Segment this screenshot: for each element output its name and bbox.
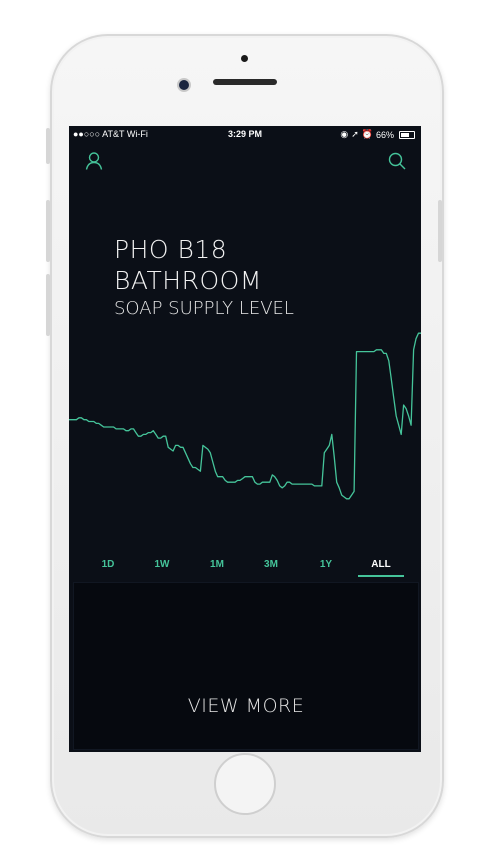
volume-up-button xyxy=(46,200,50,262)
alarm-icon: ⏰ xyxy=(361,129,373,139)
tab-1y[interactable]: 1Y xyxy=(306,559,346,570)
battery-percent: 66% xyxy=(375,129,394,140)
app-screen: ●●○○○ AT&T Wi-Fi 3:29 PM ◉ ➚ ⏰ 66% PHO B… xyxy=(69,126,421,752)
title-block: PHO B18 BATHROOM SOAP SUPPLY LEVEL xyxy=(114,234,294,320)
battery-icon xyxy=(399,130,415,139)
search-icon[interactable] xyxy=(386,150,408,172)
tab-1d[interactable]: 1D xyxy=(88,559,128,570)
time-range-tabs: 1D 1W 1M 3M 1Y ALL xyxy=(69,553,421,581)
volume-down-button xyxy=(46,274,50,336)
status-right: ◉ ➚ ⏰ 66% xyxy=(340,129,415,140)
earpiece-speaker xyxy=(213,79,277,85)
tab-3m[interactable]: 3M xyxy=(251,559,291,570)
proximity-sensor xyxy=(241,55,248,62)
tab-1m[interactable]: 1M xyxy=(197,559,237,570)
tab-1w[interactable]: 1W xyxy=(142,559,182,570)
chart-series-line xyxy=(69,332,421,500)
lock-rotation-icon: ◉ xyxy=(340,129,349,139)
home-button[interactable] xyxy=(214,753,276,815)
tab-all[interactable]: ALL xyxy=(361,559,401,570)
page-title-line1: PHO B18 xyxy=(114,235,228,264)
mute-switch xyxy=(46,128,50,164)
status-bar: ●●○○○ AT&T Wi-Fi 3:29 PM ◉ ➚ ⏰ 66% xyxy=(69,126,421,142)
front-camera xyxy=(177,78,191,92)
soap-level-chart xyxy=(69,332,421,500)
battery-fill xyxy=(401,132,409,137)
view-more-button[interactable]: VIEW MORE xyxy=(74,695,418,717)
page-title-line2: BATHROOM xyxy=(114,266,262,295)
active-tab-indicator xyxy=(358,575,404,577)
details-panel: VIEW MORE xyxy=(73,582,419,750)
user-icon[interactable] xyxy=(83,150,105,172)
location-icon: ➚ xyxy=(351,129,359,139)
power-button xyxy=(438,200,442,262)
